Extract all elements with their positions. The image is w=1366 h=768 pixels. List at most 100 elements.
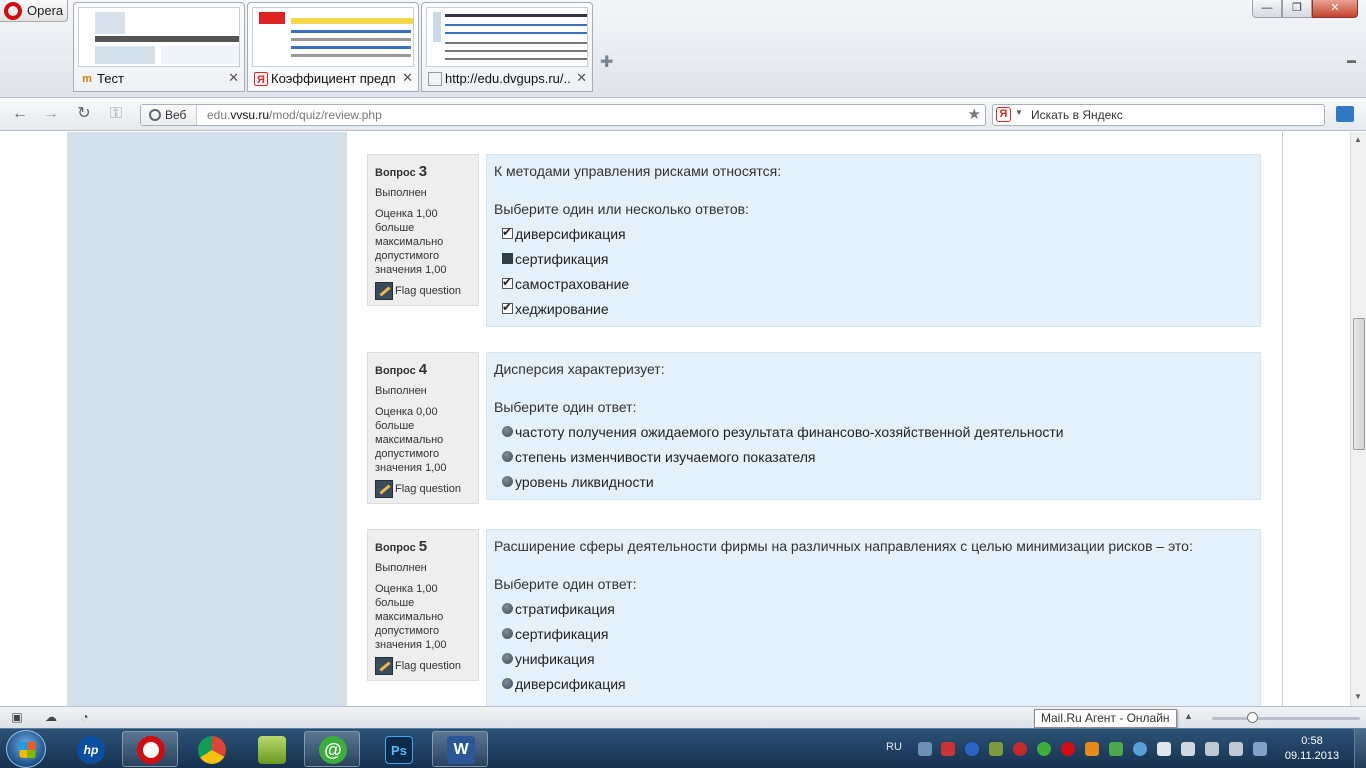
taskbar-app-photoshop[interactable]: Ps bbox=[370, 731, 426, 767]
opera-menu-button[interactable]: Opera bbox=[0, 0, 68, 22]
answer-option[interactable]: хеджирование bbox=[502, 296, 1253, 321]
radio-button[interactable] bbox=[502, 603, 513, 614]
scrollbar-thumb[interactable] bbox=[1353, 318, 1365, 450]
action-center-flag-icon[interactable] bbox=[1157, 742, 1171, 756]
reload-icon[interactable]: ↻ bbox=[73, 105, 95, 125]
site-info-label: Веб bbox=[165, 108, 187, 122]
security-icon[interactable] bbox=[941, 742, 955, 756]
tab-test[interactable]: m Тест ✕ bbox=[73, 2, 245, 92]
moodle-icon: m bbox=[82, 73, 92, 85]
zoom-slider-knob[interactable] bbox=[1247, 712, 1258, 723]
taskbar-app-chrome[interactable] bbox=[183, 731, 239, 767]
flag-question-button[interactable]: Flag question bbox=[375, 282, 471, 300]
radio-button[interactable] bbox=[502, 476, 513, 487]
start-button[interactable] bbox=[6, 730, 46, 768]
close-tab-icon[interactable]: ✕ bbox=[228, 70, 239, 86]
tab-dvgups[interactable]: http://edu.dvgups.ru/... ✕ bbox=[421, 2, 593, 92]
answer-option[interactable]: унификация bbox=[502, 646, 1253, 671]
status-bar: ▣ ☁ ◔ Mail.Ru Агент - Онлайн ▲ bbox=[0, 706, 1366, 728]
close-window-icon[interactable]: ✕ bbox=[1312, 0, 1358, 18]
zoom-slider[interactable] bbox=[1212, 717, 1360, 720]
radio-button[interactable] bbox=[502, 678, 513, 689]
answer-option[interactable]: уровень ликвидности bbox=[502, 469, 1253, 494]
answer-option[interactable]: сертификация bbox=[502, 246, 1253, 271]
answer-option[interactable]: степень изменчивости изучаемого показате… bbox=[502, 444, 1253, 469]
mail-icon[interactable] bbox=[1336, 106, 1354, 122]
radio-button[interactable] bbox=[502, 426, 513, 437]
answer-prompt: Выберите один или несколько ответов: bbox=[494, 201, 749, 217]
checkbox-checked[interactable] bbox=[502, 300, 513, 314]
yandex-search-icon[interactable]: Я bbox=[996, 107, 1011, 122]
url-text[interactable]: edu.vvsu.ru/mod/quiz/review.php bbox=[207, 108, 382, 122]
checkbox-unchecked[interactable] bbox=[502, 253, 513, 264]
scroll-down-icon[interactable]: ▼ bbox=[1354, 692, 1362, 701]
answer-list: стратификация сертификация унификация ди… bbox=[502, 596, 1253, 696]
display-icon[interactable] bbox=[1253, 742, 1267, 756]
scroll-up-icon[interactable]: ▲ bbox=[1354, 135, 1362, 144]
mail-agent-tray-icon[interactable] bbox=[1037, 742, 1051, 756]
speed-icon[interactable]: ◔ bbox=[78, 711, 92, 724]
address-bar[interactable]: Веб edu.vvsu.ru/mod/quiz/review.php ★ bbox=[140, 104, 986, 126]
document-icon bbox=[428, 72, 442, 86]
answer-option[interactable]: сертификация bbox=[502, 621, 1253, 646]
cloud-icon[interactable]: ☁ bbox=[44, 711, 58, 724]
tab-yandex[interactable]: Я Коэффициент предп... ✕ bbox=[247, 2, 419, 92]
flag-question-button[interactable]: Flag question bbox=[375, 480, 471, 498]
beats-audio-icon[interactable] bbox=[1013, 742, 1027, 756]
forward-icon[interactable]: → bbox=[40, 105, 62, 125]
answer-option[interactable]: диверсификация bbox=[502, 221, 1253, 246]
close-tab-icon[interactable]: ✕ bbox=[402, 70, 413, 86]
opera-tray-icon[interactable] bbox=[1061, 742, 1075, 756]
new-tab-icon[interactable]: ✚ bbox=[600, 52, 613, 72]
search-placeholder: Искать в Яндекс bbox=[1031, 108, 1123, 122]
question-state: Выполнен bbox=[375, 385, 427, 397]
radio-button[interactable] bbox=[502, 628, 513, 639]
answer-option[interactable]: самострахование bbox=[502, 271, 1253, 296]
show-desktop-button[interactable] bbox=[1354, 729, 1366, 768]
system-clock[interactable]: 0:58 09.11.2013 bbox=[1280, 734, 1344, 764]
minimize-icon[interactable]: — bbox=[1252, 0, 1282, 18]
answer-option[interactable]: диверсификация bbox=[502, 671, 1253, 696]
taskbar-app-opera[interactable] bbox=[122, 731, 178, 767]
search-field[interactable]: Я ▼ Искать в Яндекс bbox=[992, 104, 1325, 126]
close-tab-icon[interactable]: ✕ bbox=[576, 70, 587, 86]
question-info: Вопрос 3 Выполнен Оценка 1,00 больше мак… bbox=[367, 154, 479, 306]
volume-icon[interactable] bbox=[1229, 742, 1243, 756]
taskbar-app-hp[interactable]: hp bbox=[62, 731, 118, 767]
language-indicator[interactable]: RU bbox=[886, 741, 902, 753]
chevron-down-icon[interactable]: ▼ bbox=[1015, 108, 1023, 117]
restore-icon[interactable]: ❐ bbox=[1282, 0, 1312, 18]
vertical-scrollbar[interactable]: ▲ ▼ bbox=[1350, 132, 1366, 706]
wifi-manager-icon[interactable] bbox=[1133, 742, 1147, 756]
answer-option[interactable]: частоту получения ожидаемого результата … bbox=[502, 419, 1253, 444]
tray-app-icon[interactable] bbox=[989, 742, 1003, 756]
network-monitor-icon[interactable] bbox=[918, 742, 932, 756]
check-icon[interactable] bbox=[1109, 742, 1123, 756]
key-icon[interactable]: ⚿ bbox=[105, 105, 127, 125]
taskbar-app-corel[interactable] bbox=[243, 731, 299, 767]
question-number: Вопрос 5 bbox=[375, 538, 428, 555]
checkbox-checked[interactable] bbox=[502, 275, 513, 289]
taskbar-app-word[interactable]: W bbox=[432, 731, 488, 767]
radio-button[interactable] bbox=[502, 451, 513, 462]
bluetooth-icon[interactable] bbox=[965, 742, 979, 756]
question-info: Вопрос 5 Выполнен Оценка 1,00 больше мак… bbox=[367, 529, 479, 681]
update-icon[interactable] bbox=[1085, 742, 1099, 756]
panel-toggle-icon[interactable]: ▣ bbox=[10, 711, 24, 724]
chevron-up-icon[interactable]: ▲ bbox=[1184, 711, 1193, 721]
answer-option[interactable]: стратификация bbox=[502, 596, 1253, 621]
hp-icon: hp bbox=[77, 736, 105, 764]
corel-icon bbox=[258, 736, 286, 764]
url-prefix: edu. bbox=[207, 108, 231, 122]
radio-button[interactable] bbox=[502, 653, 513, 664]
bookmark-star-icon[interactable]: ★ bbox=[968, 105, 981, 123]
site-info-button[interactable]: Веб bbox=[141, 105, 197, 125]
checkbox-checked[interactable] bbox=[502, 225, 513, 239]
battery-icon[interactable] bbox=[1205, 742, 1219, 756]
taskbar-app-mail-agent[interactable]: @ bbox=[304, 731, 360, 767]
tab-list-icon[interactable]: ▬ bbox=[1347, 55, 1356, 65]
page-border bbox=[1282, 132, 1283, 706]
back-icon[interactable]: ← bbox=[9, 105, 31, 125]
flag-question-button[interactable]: Flag question bbox=[375, 657, 471, 675]
signal-icon[interactable] bbox=[1181, 742, 1195, 756]
